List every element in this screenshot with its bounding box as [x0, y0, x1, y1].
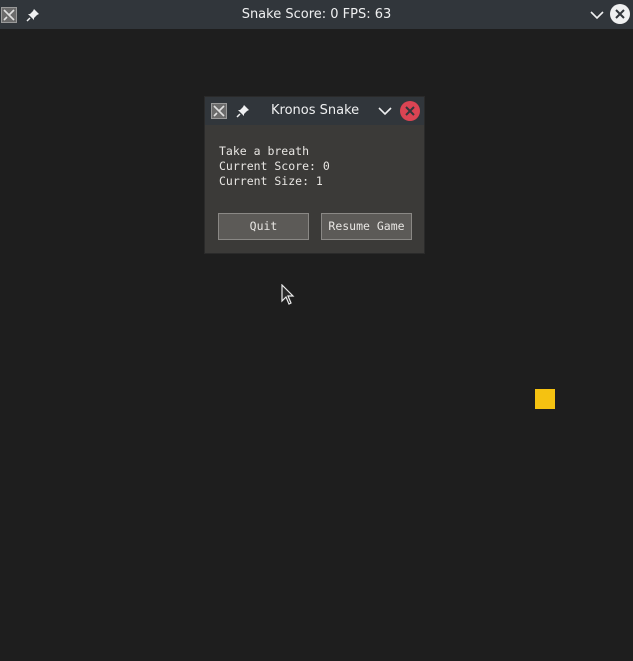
- chevron-down-icon[interactable]: [377, 103, 393, 119]
- score-line: Current Score: 0: [219, 159, 330, 173]
- mouse-cursor-icon: [281, 284, 295, 305]
- close-icon[interactable]: [610, 4, 630, 24]
- dialog-titlebar[interactable]: Kronos Snake: [205, 97, 424, 125]
- size-line: Current Size: 1: [219, 174, 323, 188]
- dialog-message: Take a breath Current Score: 0 Current Siz…: [219, 144, 330, 189]
- chevron-down-icon[interactable]: [589, 7, 605, 23]
- food-pellet: [535, 389, 555, 409]
- dialog-title: Kronos Snake: [271, 103, 360, 118]
- quit-button[interactable]: Quit: [218, 213, 309, 240]
- message-line: Take a breath: [219, 144, 310, 158]
- app-icon[interactable]: [211, 103, 227, 119]
- window-titlebar[interactable]: Snake Score: 0 FPS: 63: [0, 0, 633, 29]
- window-title: Snake Score: 0 FPS: 63: [241, 7, 392, 22]
- resume-game-button[interactable]: Resume Game: [321, 213, 412, 240]
- pin-icon[interactable]: [235, 103, 251, 119]
- close-icon[interactable]: [400, 101, 420, 121]
- game-window: Snake Score: 0 FPS: 63 Kronos Snake Take…: [0, 0, 633, 661]
